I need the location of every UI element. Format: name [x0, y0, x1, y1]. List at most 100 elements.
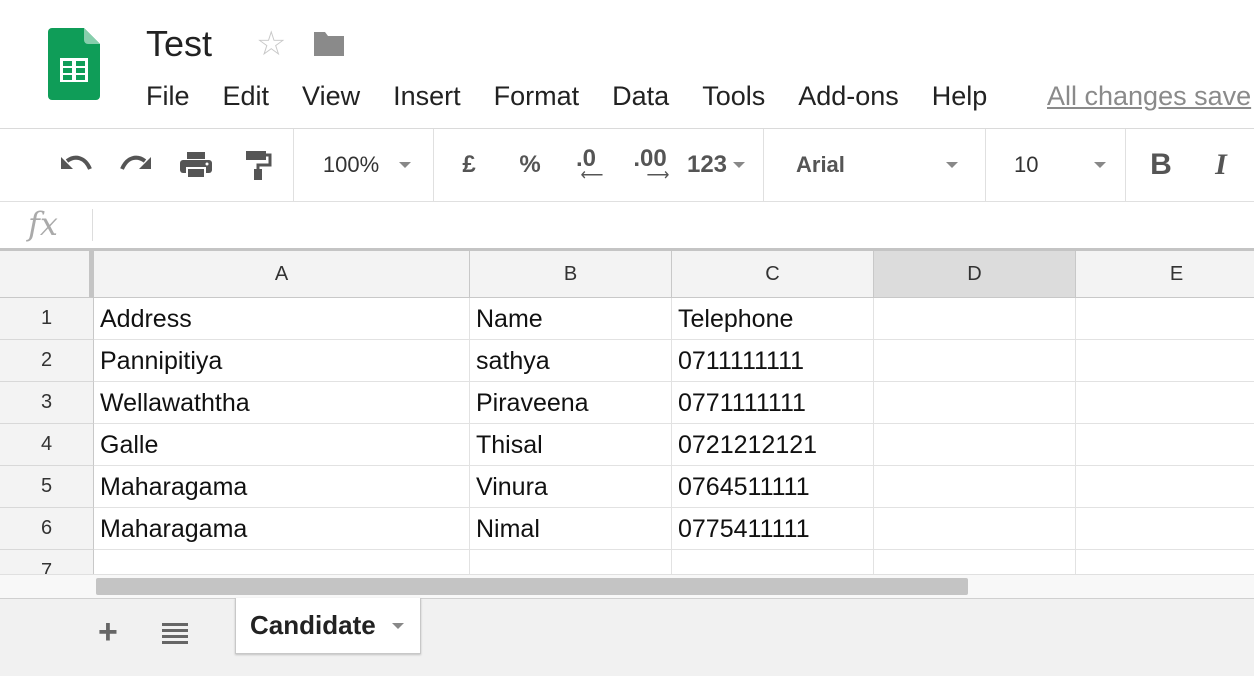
- menu-file[interactable]: File: [146, 78, 190, 114]
- chevron-down-icon[interactable]: [391, 622, 404, 629]
- cell-c6[interactable]: 0775411111: [672, 508, 874, 550]
- italic-button[interactable]: I: [1204, 129, 1238, 201]
- add-sheet-button[interactable]: +: [98, 614, 118, 650]
- row-header[interactable]: 3: [0, 382, 94, 424]
- cell-c7[interactable]: [672, 550, 874, 574]
- cell-a6[interactable]: Maharagama: [94, 508, 470, 550]
- menu-help[interactable]: Help: [932, 78, 988, 114]
- row-header[interactable]: 7: [0, 550, 94, 574]
- column-header-a[interactable]: A: [94, 251, 470, 298]
- toolbar-separator: [1125, 129, 1126, 201]
- chevron-down-icon: [946, 162, 958, 168]
- sheets-logo-icon[interactable]: [48, 28, 100, 100]
- decrease-decimal-button[interactable]: .0 ⟵: [566, 129, 606, 201]
- redo-button[interactable]: [114, 129, 158, 201]
- cell-c5[interactable]: 0764511111: [672, 466, 874, 508]
- row-header[interactable]: 2: [0, 340, 94, 382]
- cell-d5[interactable]: [874, 466, 1076, 508]
- bold-button[interactable]: B: [1144, 129, 1178, 201]
- chevron-down-icon: [399, 162, 412, 168]
- save-status-link[interactable]: All changes save: [1047, 78, 1251, 114]
- toolbar-separator: [433, 129, 434, 201]
- menu-edit[interactable]: Edit: [223, 78, 270, 114]
- cell-e5[interactable]: [1076, 466, 1254, 508]
- cell-d3[interactable]: [874, 382, 1076, 424]
- percent-format-button[interactable]: %: [514, 129, 546, 201]
- font-size-value: 10: [1014, 152, 1039, 177]
- cell-a4[interactable]: Galle: [94, 424, 470, 466]
- cell-e3[interactable]: [1076, 382, 1254, 424]
- cell-b2[interactable]: sathya: [470, 340, 672, 382]
- spreadsheet-grid: A B C D E 1 Address Name Telephone 2 Pan…: [0, 251, 1254, 574]
- toolbar-separator: [763, 129, 764, 201]
- column-header-e[interactable]: E: [1076, 251, 1254, 298]
- cell-e2[interactable]: [1076, 340, 1254, 382]
- column-header-d[interactable]: D: [874, 251, 1076, 298]
- cell-a5[interactable]: Maharagama: [94, 466, 470, 508]
- cell-b5[interactable]: Vinura: [470, 466, 672, 508]
- menu-tools[interactable]: Tools: [702, 78, 765, 114]
- arrow-left-icon: ⟵: [580, 167, 604, 184]
- cell-e6[interactable]: [1076, 508, 1254, 550]
- cell-b1[interactable]: Name: [470, 298, 672, 340]
- column-header-c[interactable]: C: [672, 251, 874, 298]
- increase-decimal-button[interactable]: .00 ⟶: [628, 129, 672, 201]
- row-header[interactable]: 6: [0, 508, 94, 550]
- menu-insert[interactable]: Insert: [393, 78, 461, 114]
- star-icon[interactable]: ☆: [256, 24, 286, 64]
- menu-addons[interactable]: Add-ons: [798, 78, 899, 114]
- font-size-select[interactable]: 10: [1000, 129, 1115, 201]
- cell-c3[interactable]: 0771111111: [672, 382, 874, 424]
- paint-format-icon: [246, 151, 272, 180]
- italic-icon: I: [1215, 148, 1227, 181]
- formula-input[interactable]: [104, 206, 1248, 246]
- zoom-select[interactable]: 100%: [312, 129, 422, 201]
- cell-b3[interactable]: Piraveena: [470, 382, 672, 424]
- more-formats-button[interactable]: 123: [684, 129, 748, 201]
- cell-d7[interactable]: [874, 550, 1076, 574]
- column-header-b[interactable]: B: [470, 251, 672, 298]
- formula-bar-separator: [92, 209, 93, 241]
- cell-d2[interactable]: [874, 340, 1076, 382]
- document-title[interactable]: Test: [146, 22, 212, 66]
- cell-a2[interactable]: Pannipitiya: [94, 340, 470, 382]
- row-header[interactable]: 5: [0, 466, 94, 508]
- cell-a1[interactable]: Address: [94, 298, 470, 340]
- cell-e4[interactable]: [1076, 424, 1254, 466]
- zoom-value: 100%: [322, 152, 380, 177]
- cell-c4[interactable]: 0721212121: [672, 424, 874, 466]
- cell-a3[interactable]: Wellawaththa: [94, 382, 470, 424]
- row-header[interactable]: 1: [0, 298, 94, 340]
- font-family-select[interactable]: Arial: [784, 129, 974, 201]
- font-family-value: Arial: [796, 152, 845, 177]
- currency-format-button[interactable]: £: [454, 129, 484, 201]
- paint-format-button[interactable]: [240, 129, 276, 201]
- sheet-tab-candidate[interactable]: Candidate: [235, 598, 421, 654]
- cell-d4[interactable]: [874, 424, 1076, 466]
- menu-format[interactable]: Format: [494, 78, 580, 114]
- print-button[interactable]: [176, 129, 216, 201]
- cell-e1[interactable]: [1076, 298, 1254, 340]
- percent-label: %: [519, 151, 541, 178]
- fx-icon: fx: [28, 205, 58, 243]
- select-all-corner[interactable]: [0, 251, 94, 298]
- menu-view[interactable]: View: [302, 78, 360, 114]
- cell-c2[interactable]: 0711111111: [672, 340, 874, 382]
- undo-button[interactable]: [54, 129, 98, 201]
- cell-d1[interactable]: [874, 298, 1076, 340]
- cell-b6[interactable]: Nimal: [470, 508, 672, 550]
- menu-data[interactable]: Data: [612, 78, 669, 114]
- all-sheets-menu-icon[interactable]: [162, 622, 188, 644]
- cell-d6[interactable]: [874, 508, 1076, 550]
- cell-b7[interactable]: [470, 550, 672, 574]
- cell-c1[interactable]: Telephone: [672, 298, 874, 340]
- bold-icon: B: [1150, 148, 1172, 181]
- cell-e7[interactable]: [1076, 550, 1254, 574]
- scrollbar-thumb[interactable]: [96, 578, 968, 595]
- cell-a7[interactable]: [94, 550, 470, 574]
- more-formats-label: 123: [686, 151, 728, 178]
- folder-icon[interactable]: [312, 30, 346, 58]
- menu-bar: File Edit View Insert Format Data Tools …: [146, 76, 1020, 116]
- row-header[interactable]: 4: [0, 424, 94, 466]
- cell-b4[interactable]: Thisal: [470, 424, 672, 466]
